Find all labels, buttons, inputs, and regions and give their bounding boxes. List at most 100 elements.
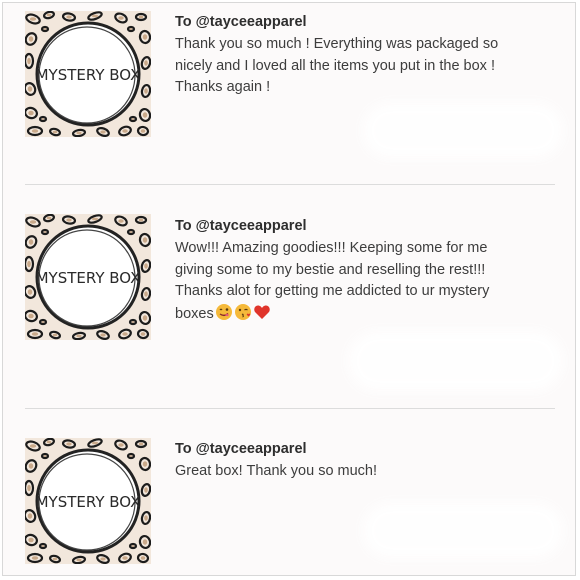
thumbnail-label: MYSTERY BOX [36, 66, 141, 84]
leopard-spot-center [131, 321, 135, 323]
leopard-spot-center [29, 220, 37, 224]
leopard-spot-center [131, 118, 135, 120]
leopard-spot-center [29, 444, 37, 448]
redaction-smudge [363, 103, 563, 158]
leopard-spot-center [43, 455, 47, 457]
review-line: Thanks alot for getting me addicted to u… [175, 283, 490, 299]
leopard-spot-center [41, 545, 45, 547]
review-line: Great box! Thank you so much! [175, 463, 378, 479]
leopard-spot-center [76, 334, 82, 338]
leopard-spot-center [41, 118, 45, 120]
leopard-spot-center [100, 557, 106, 561]
review-content: To @tayceeapparel Wow!!! Amazing goodies… [175, 216, 569, 328]
review-content: To @tayceeapparel Thank you so much ! Ev… [175, 12, 569, 99]
leopard-spot-center [100, 333, 106, 337]
leopard-spot-center [129, 455, 133, 457]
leopard-spot-center [43, 28, 47, 30]
leopard-spot-center [140, 332, 146, 336]
leopard-spot-center [138, 442, 144, 446]
redaction-smudge [348, 331, 563, 391]
review-line: Thank you so much ! Everything was packa… [175, 36, 499, 52]
leopard-spot-center [142, 315, 148, 321]
leopard-spot-center [122, 129, 128, 133]
leopard-spot-center [28, 239, 34, 245]
review-item: MYSTERY BOX To @tayceeapparel Wow!!! Ama… [3, 206, 577, 411]
leopard-spot-center [131, 545, 135, 547]
leopard-spot-center [52, 130, 58, 134]
leopard-spot-center [29, 17, 37, 21]
review-line: boxes [175, 305, 214, 322]
review-text: Great box! Thank you so much! [175, 461, 569, 483]
review-item: MYSTERY BOX To @tayceeapparel Thank you … [3, 3, 577, 208]
leopard-spot-center [91, 217, 99, 221]
review-text: Wow!!! Amazing goodies!!! Keeping some f… [175, 238, 569, 328]
recipient-handle[interactable]: To @tayceeapparel [175, 216, 569, 236]
review-content: To @tayceeapparel Great box! Thank you s… [175, 439, 569, 483]
leopard-spot-center [122, 332, 128, 336]
redaction-smudge [363, 503, 563, 558]
leopard-spot-center [28, 537, 34, 543]
review-line: Thanks again ! [175, 79, 271, 95]
recipient-handle[interactable]: To @tayceeapparel [175, 439, 569, 459]
leopard-spot-center [27, 57, 31, 65]
leopard-spot-center [118, 16, 124, 20]
leopard-spot-center [27, 484, 31, 492]
divider [25, 408, 555, 409]
leopard-spot-center [76, 131, 82, 135]
leopard-spot-center [66, 15, 72, 19]
leopard-spot-center [142, 112, 148, 118]
leopard-spot-center [76, 558, 82, 562]
leopard-spot-center [46, 216, 52, 220]
leopard-spot-center [144, 88, 148, 94]
leopard-spot-center [28, 36, 34, 42]
review-list: MYSTERY BOX To @tayceeapparel Thank you … [2, 2, 576, 576]
review-line: giving some to my bestie and reselling t… [175, 261, 486, 278]
leopard-spot-center [28, 313, 34, 319]
review-item: MYSTERY BOX To @tayceeapparel Great box!… [3, 433, 577, 573]
leopard-spot-center [138, 15, 144, 19]
leopard-spot-center [144, 487, 148, 493]
leopard-spot-center [144, 60, 148, 66]
leopard-spot-center [142, 34, 148, 40]
mystery-box-thumbnail[interactable]: MYSTERY BOX [25, 214, 151, 340]
leopard-spot-center [140, 129, 146, 133]
thumbnail-label: MYSTERY BOX [36, 493, 141, 511]
leopard-spot-center [100, 130, 106, 134]
leopard-spot-center [27, 86, 33, 92]
leopard-spot-center [66, 218, 72, 222]
leopard-spot-center [52, 557, 58, 561]
leopard-spot-center [52, 333, 58, 337]
leopard-spot-center [27, 289, 33, 295]
leopard-spot-center [41, 321, 45, 323]
leopard-spot-center [129, 28, 133, 30]
leopard-spot-center [27, 260, 31, 268]
review-line: Wow!!! Amazing goodies!!! Keeping some f… [175, 240, 488, 256]
leopard-spot-center [118, 219, 124, 223]
leopard-spot-center [31, 129, 39, 133]
kissing-face-icon [234, 303, 252, 329]
leopard-spot-center [122, 556, 128, 560]
leopard-spot-center [138, 218, 144, 222]
leopard-print-image: MYSTERY BOX [25, 11, 151, 137]
leopard-spot-center [91, 441, 99, 445]
leopard-spot-center [46, 440, 52, 444]
leopard-spot-center [118, 443, 124, 447]
recipient-handle[interactable]: To @tayceeapparel [175, 12, 569, 32]
leopard-print-image: MYSTERY BOX [25, 214, 151, 340]
leopard-spot-center [66, 442, 72, 446]
leopard-spot-center [91, 14, 99, 18]
red-heart-icon [253, 303, 271, 329]
leopard-spot-center [140, 556, 146, 560]
thumbnail-label: MYSTERY BOX [36, 269, 141, 287]
mystery-box-thumbnail[interactable]: MYSTERY BOX [25, 438, 151, 564]
leopard-spot-center [142, 237, 148, 243]
leopard-spot-center [129, 231, 133, 233]
leopard-spot-center [144, 263, 148, 269]
leopard-spot-center [142, 461, 148, 467]
mystery-box-thumbnail[interactable]: MYSTERY BOX [25, 11, 151, 137]
leopard-spot-center [43, 231, 47, 233]
leopard-spot-center [142, 539, 148, 545]
leopard-spot-center [28, 463, 34, 469]
leopard-spot-center [31, 556, 39, 560]
leopard-spot-center [144, 515, 148, 521]
